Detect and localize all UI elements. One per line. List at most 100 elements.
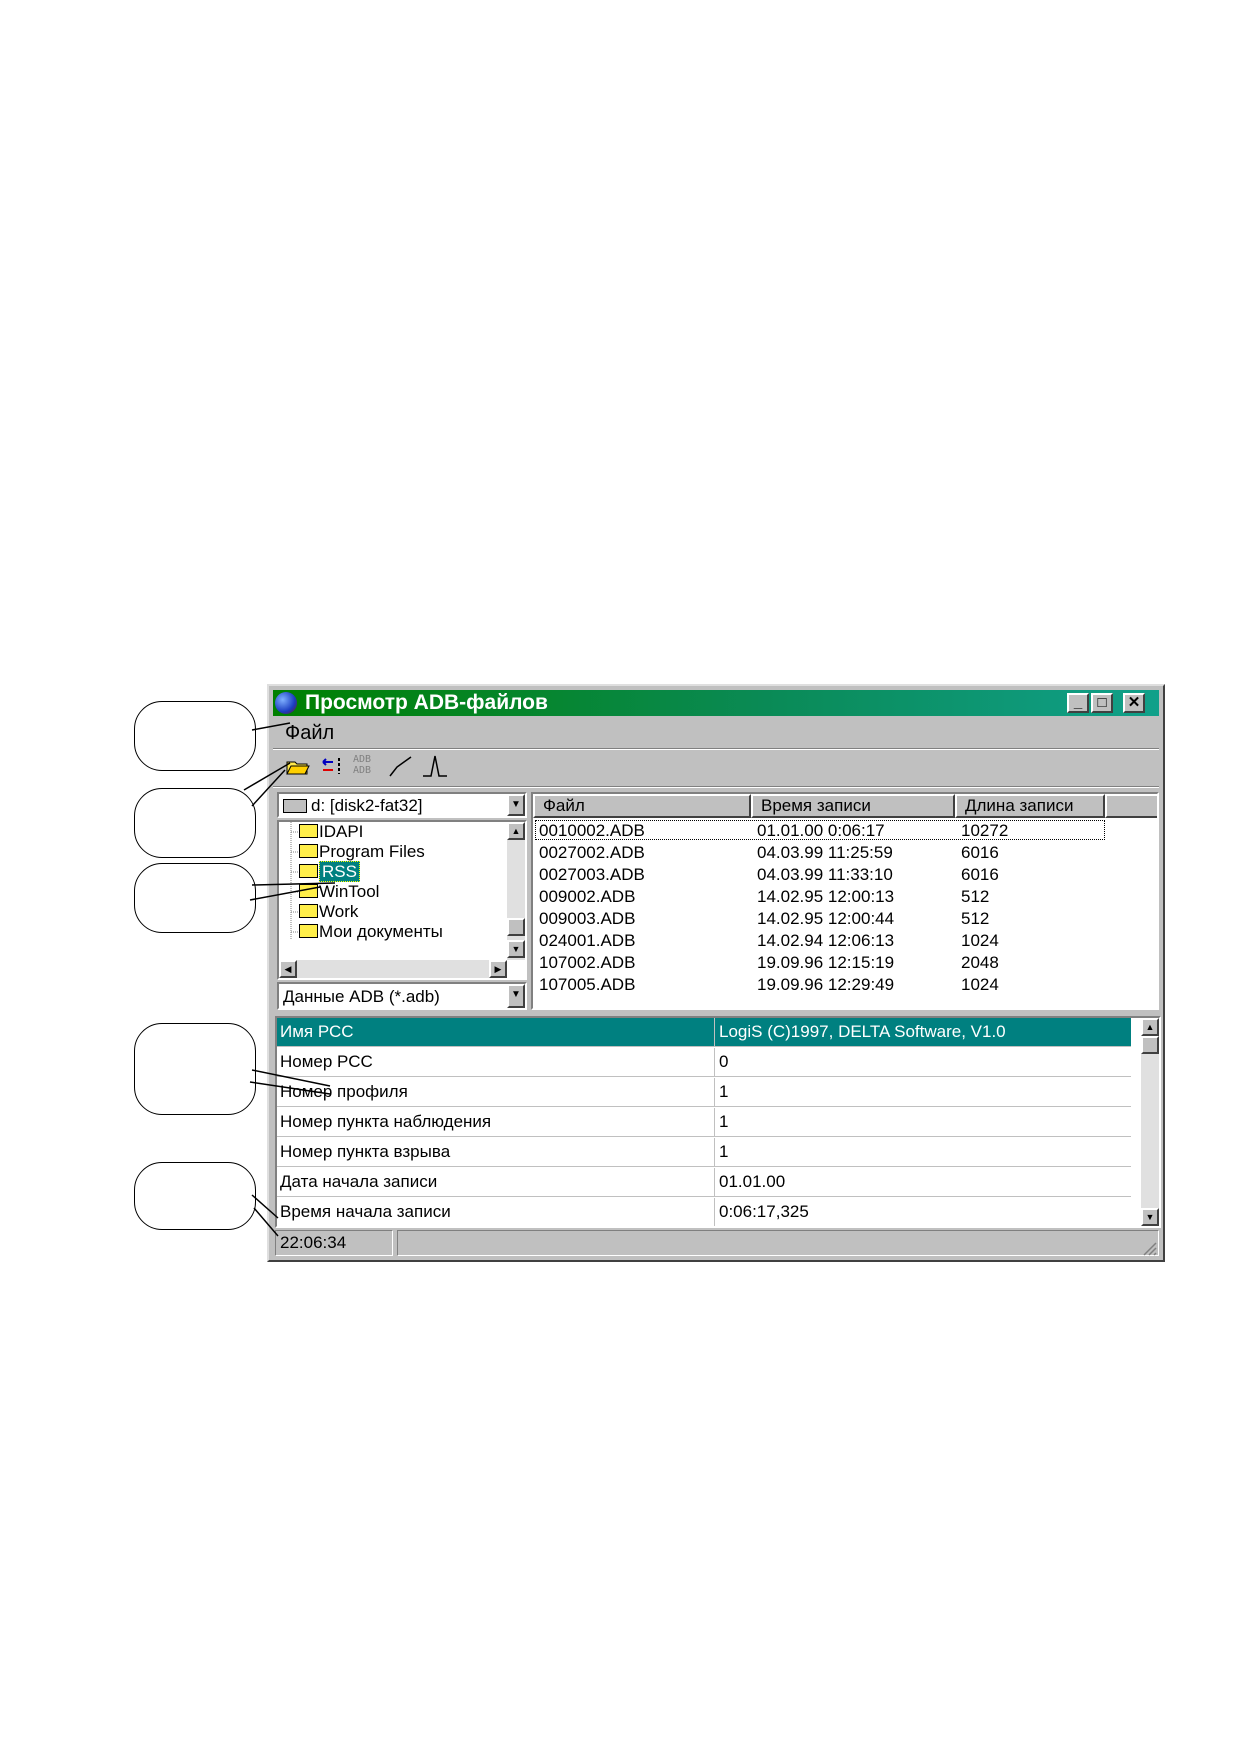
title-bar[interactable]: Просмотр ADB-файлов _ □ ✕ <box>273 690 1159 716</box>
file-name-cell[interactable]: 009002.ADB <box>539 886 635 907</box>
drive-icon <box>283 799 307 813</box>
property-value[interactable]: 0:06:17,325 <box>719 1202 809 1222</box>
column-header-length[interactable]: Длина записи <box>955 794 1105 818</box>
pulse-graph-icon[interactable] <box>421 754 449 780</box>
menu-file[interactable]: Файл <box>273 722 346 744</box>
property-value[interactable]: 01.01.00 <box>719 1172 785 1192</box>
file-name-cell[interactable]: 107005.ADB <box>539 974 635 995</box>
line-graph-icon[interactable] <box>387 754 415 780</box>
window-title: Просмотр ADB-файлов <box>305 691 548 714</box>
record-time-cell[interactable]: 14.02.95 12:00:44 <box>757 908 894 929</box>
column-header-file[interactable]: Файл <box>533 794 751 818</box>
record-time-cell[interactable]: 19.09.96 12:15:19 <box>757 952 894 973</box>
record-time-cell[interactable]: 04.03.99 11:25:59 <box>757 842 893 863</box>
status-message <box>397 1230 1159 1256</box>
drive-select[interactable]: d: [disk2-fat32] ▼ <box>277 792 527 818</box>
tree-item[interactable]: Work <box>299 902 358 922</box>
scroll-down-icon[interactable]: ▼ <box>1141 1208 1159 1226</box>
tree-item[interactable]: WinTool <box>299 882 379 902</box>
scroll-thumb[interactable] <box>507 918 525 936</box>
resize-grip-icon[interactable] <box>1141 1240 1157 1256</box>
file-type-filter[interactable]: Данные ADB (*.adb) ▼ <box>277 982 527 1010</box>
focused-row-outline <box>535 820 1105 840</box>
scroll-down-icon[interactable]: ▼ <box>507 940 525 958</box>
column-divider <box>714 1018 715 1046</box>
property-row[interactable]: Номер пункта взрыва 1 <box>277 1138 1131 1167</box>
adb-viewer-window: Просмотр ADB-файлов _ □ ✕ Файл ADB ADB d… <box>267 684 1165 1262</box>
property-name: Имя РСС <box>280 1022 354 1041</box>
record-time-cell[interactable]: 14.02.95 12:00:13 <box>757 886 894 907</box>
open-folder-icon[interactable] <box>285 754 313 780</box>
column-divider <box>714 1048 715 1076</box>
record-length-cell[interactable]: 1024 <box>961 930 999 951</box>
compare-icon[interactable] <box>319 754 347 780</box>
callout-menu <box>134 701 256 771</box>
minimize-button[interactable]: _ <box>1067 693 1089 713</box>
record-length-cell[interactable]: 2048 <box>961 952 999 973</box>
file-name-cell[interactable]: 0027002.ADB <box>539 842 645 863</box>
column-divider <box>714 1078 715 1106</box>
status-time: 22:06:34 <box>275 1230 393 1256</box>
property-row[interactable]: Номер РСС 0 <box>277 1048 1131 1077</box>
record-time-cell[interactable]: 04.03.99 11:33:10 <box>757 864 893 885</box>
file-type-filter-value: Данные ADB (*.adb) <box>283 987 440 1006</box>
property-value[interactable]: 1 <box>719 1142 728 1162</box>
callout-folder-tree <box>134 863 256 933</box>
record-length-cell[interactable]: 1024 <box>961 974 999 995</box>
adb-convert-icon[interactable]: ADB ADB <box>353 754 381 780</box>
property-name: Дата начала записи <box>280 1172 438 1191</box>
scroll-right-icon[interactable]: ▶ <box>489 960 507 978</box>
folder-icon <box>299 924 318 938</box>
properties-grid: Имя РСС LogiS (C)1997, DELTA Software, V1… <box>275 1016 1161 1228</box>
tree-item[interactable]: Мои документы <box>299 922 443 942</box>
scroll-thumb[interactable] <box>1141 1036 1159 1054</box>
scroll-up-icon[interactable]: ▲ <box>1141 1018 1159 1036</box>
scroll-up-icon[interactable]: ▲ <box>507 822 525 840</box>
toolbar-separator <box>273 786 1159 788</box>
folder-icon <box>299 864 318 878</box>
file-name-cell[interactable]: 107002.ADB <box>539 952 635 973</box>
file-name-cell[interactable]: 009003.ADB <box>539 908 635 929</box>
file-name-cell[interactable]: 024001.ADB <box>539 930 635 951</box>
drive-select-value: d: [disk2-fat32] <box>311 796 423 815</box>
property-value[interactable]: 0 <box>719 1052 728 1072</box>
chevron-down-icon[interactable]: ▼ <box>507 984 525 1008</box>
record-length-cell[interactable]: 512 <box>961 908 989 929</box>
record-length-cell[interactable]: 512 <box>961 886 989 907</box>
chevron-down-icon[interactable]: ▼ <box>507 794 525 816</box>
menu-bar: Файл <box>273 720 346 746</box>
tree-item-selected[interactable]: RSS <box>299 861 360 882</box>
property-name: Номер пункта наблюдения <box>280 1112 492 1131</box>
property-value[interactable]: 1 <box>719 1112 728 1132</box>
file-name-cell[interactable]: 0027003.ADB <box>539 864 645 885</box>
adb-label-bottom: ADB <box>353 765 372 776</box>
tree-horizontal-scrollbar[interactable]: ◀ ▶ <box>279 960 507 978</box>
tree-item[interactable]: Program Files <box>299 842 425 862</box>
column-divider <box>714 1108 715 1136</box>
property-value[interactable]: LogiS (C)1997, DELTA Software, V1.0 <box>719 1022 1006 1042</box>
column-divider <box>714 1138 715 1166</box>
column-header-empty <box>1105 794 1157 818</box>
record-time-cell[interactable]: 14.02.94 12:06:13 <box>757 930 894 951</box>
property-row[interactable]: Номер пункта наблюдения 1 <box>277 1108 1131 1137</box>
folder-icon <box>299 844 318 858</box>
close-button[interactable]: ✕ <box>1123 693 1145 713</box>
callout-status-bar <box>134 1162 256 1230</box>
tree-vertical-scrollbar[interactable]: ▲ ▼ <box>507 822 525 960</box>
property-name: Номер пункта взрыва <box>280 1142 451 1161</box>
record-length-cell[interactable]: 6016 <box>961 842 999 863</box>
scroll-left-icon[interactable]: ◀ <box>279 960 297 978</box>
callout-toolbar <box>134 788 256 858</box>
property-row[interactable]: Дата начала записи 01.01.00 <box>277 1168 1131 1197</box>
property-row-selected[interactable]: Имя РСС LogiS (C)1997, DELTA Software, V1… <box>277 1018 1131 1047</box>
maximize-button[interactable]: □ <box>1091 693 1113 713</box>
menu-separator <box>273 748 1159 750</box>
properties-scrollbar[interactable]: ▲ ▼ <box>1141 1018 1159 1226</box>
property-value[interactable]: 1 <box>719 1082 728 1102</box>
record-length-cell[interactable]: 6016 <box>961 864 999 885</box>
column-header-time[interactable]: Время записи <box>751 794 955 818</box>
record-time-cell[interactable]: 19.09.96 12:29:49 <box>757 974 894 995</box>
property-row[interactable]: Номер профиля 1 <box>277 1078 1131 1107</box>
tree-item[interactable]: IDAPI <box>299 822 363 842</box>
property-row[interactable]: Время начала записи 0:06:17,325 <box>277 1198 1131 1226</box>
